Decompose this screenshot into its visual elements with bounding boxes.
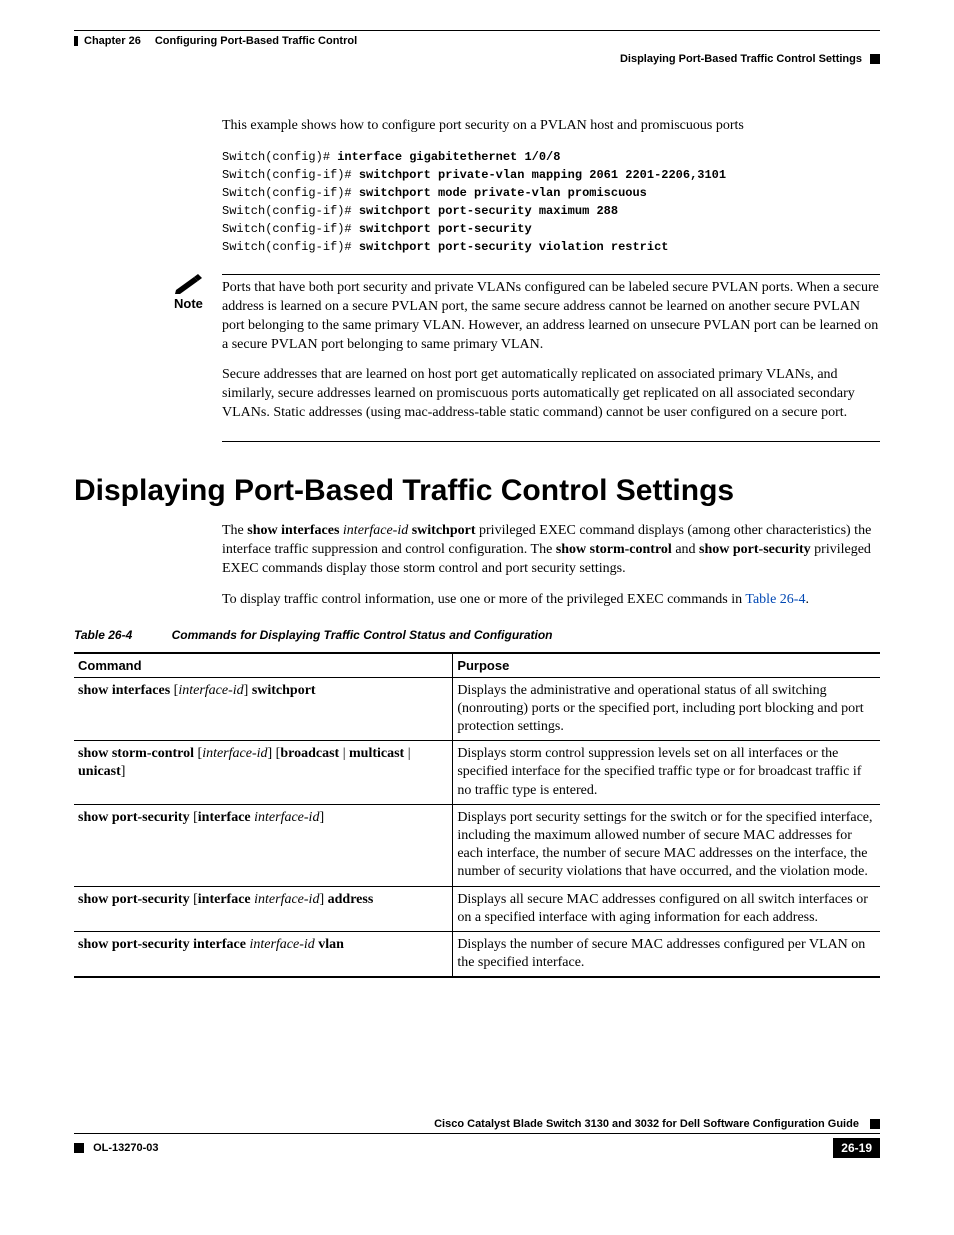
note-paragraph-1: Ports that have both port security and p… [222,279,880,355]
note-label: Note [174,296,222,311]
footer-doc-title: Cisco Catalyst Blade Switch 3130 and 303… [74,1118,880,1134]
cmd-cell: show port-security [interface interface-… [74,886,453,931]
purpose-cell: Displays storm control suppression level… [453,741,880,805]
breadcrumb-text: Displaying Port-Based Traffic Control Se… [620,53,862,65]
table-row: show port-security [interface interface-… [74,804,880,886]
section-heading: Displaying Port-Based Traffic Control Se… [74,474,880,508]
col-purpose: Purpose [453,653,880,678]
breadcrumb-square-icon [870,54,880,64]
note-block: Note Ports that have both port security … [74,274,880,435]
table-row: show port-security [interface interface-… [74,886,880,931]
commands-table: Command Purpose show interfaces [interfa… [74,652,880,979]
purpose-cell: Displays the number of secure MAC addres… [453,931,880,977]
pencil-icon [174,274,204,294]
section-paragraph-1: The show interfaces interface-id switchp… [222,522,880,579]
code-example: Switch(config)# interface gigabitetherne… [222,148,880,256]
intro-paragraph: This example shows how to configure port… [222,117,880,136]
header-bar-icon [74,36,78,46]
cmd-cell: show port-security [interface interface-… [74,804,453,886]
page-number: 26-19 [833,1138,880,1158]
footer-ol: OL-13270-03 [74,1142,159,1154]
cmd-cell: show storm-control [interface-id] [broad… [74,741,453,805]
chapter-number: Chapter 26 [84,35,141,47]
purpose-cell: Displays the administrative and operatio… [453,677,880,741]
purpose-cell: Displays port security settings for the … [453,804,880,886]
note-bottom-rule [222,441,880,442]
purpose-cell: Displays all secure MAC addresses config… [453,886,880,931]
cmd-cell: show interfaces [interface-id] switchpor… [74,677,453,741]
top-rule [74,30,880,31]
col-command: Command [74,653,453,678]
page-footer: Cisco Catalyst Blade Switch 3130 and 303… [74,1118,880,1158]
table-title: Commands for Displaying Traffic Control … [172,628,553,642]
document-page: Chapter 26 Configuring Port-Based Traffi… [0,0,954,1188]
table-row: show interfaces [interface-id] switchpor… [74,677,880,741]
footer-square-icon [870,1119,880,1129]
section-paragraph-2: To display traffic control information, … [222,591,880,610]
table-row: show storm-control [interface-id] [broad… [74,741,880,805]
table-number: Table 26-4 [74,628,132,642]
table-caption: Table 26-4 Commands for Displaying Traff… [74,628,880,642]
chapter-title: Configuring Port-Based Traffic Control [155,35,357,47]
table-row: show port-security interface interface-i… [74,931,880,977]
chapter-header: Chapter 26 Configuring Port-Based Traffi… [74,35,880,47]
table-header-row: Command Purpose [74,653,880,678]
footer-square-icon [74,1143,84,1153]
cmd-cell: show port-security interface interface-i… [74,931,453,977]
table-link[interactable]: Table 26-4 [745,592,805,607]
note-paragraph-2: Secure addresses that are learned on hos… [222,366,880,423]
breadcrumb: Displaying Port-Based Traffic Control Se… [74,53,880,65]
